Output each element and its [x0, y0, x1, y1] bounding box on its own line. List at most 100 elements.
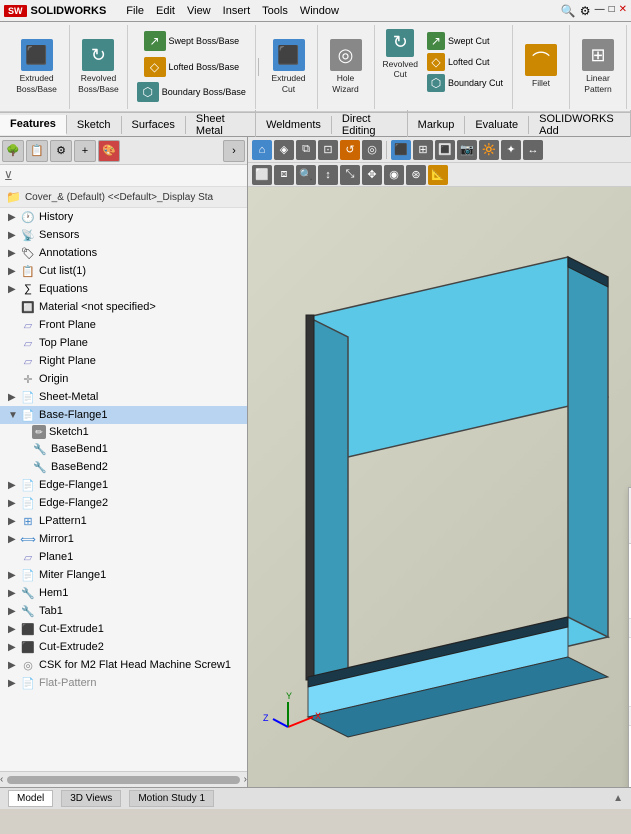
view2-icon-1[interactable]: ⬜: [252, 165, 272, 185]
view2-icon-5[interactable]: ⤡: [340, 165, 360, 185]
view-icon-5[interactable]: ↺: [340, 140, 360, 160]
lofted-cut-button[interactable]: ◇ Lofted Cut: [424, 52, 506, 72]
bottom-tab-model[interactable]: Model: [8, 790, 53, 807]
search-icon[interactable]: 🔍: [561, 4, 576, 18]
view2-icon-7[interactable]: ◉: [384, 165, 404, 185]
options-icon[interactable]: ⚙: [580, 4, 591, 18]
tab-weldments[interactable]: Weldments: [256, 116, 332, 134]
extrude-boss-button[interactable]: ⬛ Extruded Boss/Base: [10, 37, 63, 95]
hole-wizard-button[interactable]: ◎ Hole Wizard: [324, 37, 368, 95]
menu-insert[interactable]: Insert: [223, 5, 251, 17]
tree-item-csk-screw[interactable]: ▶ ◎ CSK for M2 Flat Head Machine Screw1: [0, 656, 247, 674]
menu-edit[interactable]: Edit: [156, 5, 175, 17]
property-manager-icon[interactable]: 📋: [26, 140, 48, 162]
bottom-tab-motion[interactable]: Motion Study 1: [129, 790, 214, 807]
tab-surfaces[interactable]: Surfaces: [122, 116, 186, 134]
revolve-boss-button[interactable]: ↻ RevolvedBoss/Base: [76, 37, 121, 95]
expand-icon: ▶: [8, 660, 20, 671]
revolve-cut-button[interactable]: ↻ RevolvedCut: [381, 27, 420, 81]
menu-window[interactable]: Window: [300, 5, 339, 17]
tree-item-lpattern1[interactable]: ▶ ⊞ LPattern1: [0, 512, 247, 530]
tree-item-base-bend1[interactable]: 🔧 BaseBend1: [0, 440, 247, 458]
bottom-tab-3d-views[interactable]: 3D Views: [61, 790, 121, 807]
maximize-icon[interactable]: □: [609, 4, 615, 18]
menu-tools[interactable]: Tools: [262, 5, 288, 17]
tree-item-equations[interactable]: ▶ ∑ Equations: [0, 280, 247, 298]
viewport-3d[interactable]: X Y Z ◈ ✏ ⊞ ↺ ✕ ⋯ ⬛ ⊡ 🔍: [248, 187, 631, 787]
view-icon-13[interactable]: ↔: [523, 140, 543, 160]
boundary-boss-base-button[interactable]: ⬡ Boundary Boss/Base: [134, 81, 249, 103]
tab-direct-editing[interactable]: Direct Editing: [332, 110, 408, 140]
menu-view[interactable]: View: [187, 5, 211, 17]
tree-item-edge-flange2[interactable]: ▶ 📄 Edge-Flange2: [0, 494, 247, 512]
view-icon-8[interactable]: ⊞: [413, 140, 433, 160]
view2-icon-2[interactable]: ⧈: [274, 165, 294, 185]
view2-icon-9[interactable]: 📐: [428, 165, 448, 185]
appearance-icon[interactable]: 🎨: [98, 140, 120, 162]
view-icon-10[interactable]: 📷: [457, 140, 477, 160]
expand-panel-icon[interactable]: ›: [223, 140, 245, 162]
view-icon-3[interactable]: ⧉: [296, 140, 316, 160]
tree-item-base-bend2[interactable]: 🔧 BaseBend2: [0, 458, 247, 476]
view2-icon-3[interactable]: 🔍: [296, 165, 316, 185]
tree-item-cut-extrude1[interactable]: ▶ ⬛ Cut-Extrude1: [0, 620, 247, 638]
swept-cut-button[interactable]: ↗ Swept Cut: [424, 31, 506, 51]
tree-item-edge-flange1[interactable]: ▶ 📄 Edge-Flange1: [0, 476, 247, 494]
tree-item-history[interactable]: ▶ 🕐 History: [0, 208, 247, 226]
extrude-cut-button[interactable]: ⬛ ExtrudedCut: [267, 37, 311, 95]
view2-icon-8[interactable]: ⊛: [406, 165, 426, 185]
tree-item-sensors[interactable]: ▶ 📡 Sensors: [0, 226, 247, 244]
view-icon-6[interactable]: ◎: [362, 140, 382, 160]
tab-features[interactable]: Features: [0, 115, 67, 135]
tree-label: LPattern1: [39, 515, 87, 527]
feature-tree: ▶ 🕐 History ▶ 📡 Sensors ▶ 🏷 Annotations …: [0, 208, 247, 771]
lpattern-icon: ⊞: [20, 513, 36, 529]
close-icon[interactable]: ✕: [619, 4, 627, 18]
tree-item-front-plane[interactable]: ▱ Front Plane: [0, 316, 247, 334]
tree-item-top-plane[interactable]: ▱ Top Plane: [0, 334, 247, 352]
tree-item-cut-list[interactable]: ▶ 📋 Cut list(1): [0, 262, 247, 280]
minimize-icon[interactable]: —: [595, 4, 605, 18]
view-icon-7[interactable]: ⬛: [391, 140, 411, 160]
tab-sheet-metal[interactable]: Sheet Metal: [186, 110, 256, 140]
tree-item-cut-extrude2[interactable]: ▶ ⬛ Cut-Extrude2: [0, 638, 247, 656]
tree-item-tab1[interactable]: ▶ 🔧 Tab1: [0, 602, 247, 620]
swept-boss-base-button[interactable]: ↗ Swept Boss/Base: [141, 30, 243, 52]
expand-icon: ▶: [8, 212, 20, 223]
tree-item-sketch1[interactable]: ✏ Sketch1: [0, 424, 247, 440]
view-icon-9[interactable]: 🔳: [435, 140, 455, 160]
dim-expert-icon[interactable]: +: [74, 140, 96, 162]
lofted-boss-base-button[interactable]: ◇ Lofted Boss/Base: [141, 56, 243, 78]
view2-icon-4[interactable]: ↕: [318, 165, 338, 185]
tab-sketch[interactable]: Sketch: [67, 116, 122, 134]
tree-scroll-left[interactable]: ‹ ›: [0, 771, 247, 787]
tree-item-hem1[interactable]: ▶ 🔧 Hem1: [0, 584, 247, 602]
config-manager-icon[interactable]: ⚙: [50, 140, 72, 162]
tree-item-base-flange[interactable]: ▼ 📄 Base-Flange1: [0, 406, 247, 424]
view-icon-1[interactable]: ⌂: [252, 140, 272, 160]
feature-manager-icon[interactable]: 🌳: [2, 140, 24, 162]
tree-item-material[interactable]: 🔲 Material <not specified>: [0, 298, 247, 316]
tab-markup[interactable]: Markup: [408, 116, 466, 134]
tab-evaluate[interactable]: Evaluate: [465, 116, 529, 134]
view-icon-4[interactable]: ⊡: [318, 140, 338, 160]
tab-solidworks-add[interactable]: SOLIDWORKS Add: [529, 110, 631, 140]
view-icon-2[interactable]: ◈: [274, 140, 294, 160]
linear-pattern-button[interactable]: ⊞ Linear Pattern: [576, 37, 620, 95]
tree-item-origin[interactable]: ✛ Origin: [0, 370, 247, 388]
tree-item-miter-flange[interactable]: ▶ 📄 Miter Flange1: [0, 566, 247, 584]
view-icon-11[interactable]: 🔆: [479, 140, 499, 160]
view-icon-12[interactable]: ✦: [501, 140, 521, 160]
tree-item-plane1[interactable]: ▱ Plane1: [0, 548, 247, 566]
boundary-cut-button[interactable]: ⬡ Boundary Cut: [424, 73, 506, 93]
tree-item-annotations[interactable]: ▶ 🏷 Annotations: [0, 244, 247, 262]
material-icon: 🔲: [20, 299, 36, 315]
tree-item-right-plane[interactable]: ▱ Right Plane: [0, 352, 247, 370]
extrude-boss-group: ⬛ Extruded Boss/Base: [4, 25, 70, 109]
menu-file[interactable]: File: [126, 5, 144, 17]
fillet-button[interactable]: ⌒ Fillet: [519, 42, 563, 90]
tree-item-flat-pattern[interactable]: ▶ 📄 Flat-Pattern: [0, 674, 247, 692]
view2-icon-6[interactable]: ✥: [362, 165, 382, 185]
tree-item-sheet-metal[interactable]: ▶ 📄 Sheet-Metal: [0, 388, 247, 406]
tree-item-mirror1[interactable]: ▶ ⟺ Mirror1: [0, 530, 247, 548]
